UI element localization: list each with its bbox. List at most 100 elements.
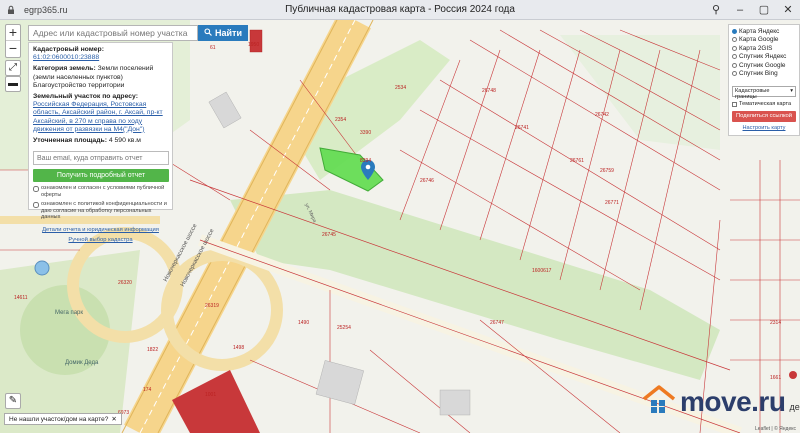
area-value: 4 590 кв.м: [108, 137, 141, 145]
configure-map-link[interactable]: Настроить карту: [732, 125, 796, 131]
parcel-number: 26748: [482, 88, 496, 94]
layer-radio[interactable]: [732, 37, 737, 43]
parcel-number: 26319: [205, 303, 219, 309]
search-icon: [204, 28, 212, 38]
get-report-button[interactable]: Получить подробный отчет: [33, 169, 169, 183]
address-bar[interactable]: egrp365.ru: [24, 5, 68, 15]
plot-info-panel: Кадастровый номер: 61:02:0600010:23888 К…: [28, 42, 173, 243]
ruler-icon[interactable]: ✎: [5, 393, 21, 409]
consent-privacy-checkbox[interactable]: [33, 202, 39, 209]
parcel-number: 25254: [337, 325, 351, 331]
parcel-number: 26761: [570, 158, 584, 164]
park-label: Мега парк: [55, 310, 84, 316]
layer-option[interactable]: Карта Яндекс: [732, 27, 796, 36]
layer-radio[interactable]: [732, 71, 737, 77]
parcel-number: 3390: [360, 130, 372, 136]
minimize-button[interactable]: –: [732, 2, 748, 18]
layer-radio[interactable]: [732, 62, 737, 68]
lock-icon: [6, 5, 16, 15]
not-found-label: Не нашли участок/дом на карте?: [9, 415, 109, 423]
boundaries-select-value: Кадастровые границы: [735, 88, 770, 100]
consent-privacy: ознакомлен с политикой конфиденциальност…: [33, 201, 168, 221]
parcel-number: 1001: [205, 392, 217, 398]
watermark-text: move.ru: [680, 385, 786, 417]
parcel-number: 26742: [595, 112, 609, 118]
layer-option-label: Спутник Яндекс: [739, 53, 787, 61]
parcel-number: 1600617: [532, 268, 552, 274]
zoom-in-button[interactable]: +: [6, 25, 20, 41]
thematic-toggle[interactable]: Тематическая карта: [732, 101, 796, 107]
category-label: Категория земель:: [33, 65, 96, 73]
parcel-number: 14611: [14, 295, 28, 301]
close-button[interactable]: ✕: [780, 2, 796, 18]
zoom-control: + −: [5, 24, 21, 58]
parcel-number: 26747: [490, 320, 504, 326]
layer-option-label: Спутник Google: [739, 61, 786, 69]
layer-radio[interactable]: [732, 45, 737, 51]
consent-offer: ознакомлен и согласен с условиями публич…: [33, 185, 168, 198]
parcel-number: 174: [143, 387, 152, 393]
layer-option[interactable]: Карта Google: [732, 36, 796, 45]
layer-radio[interactable]: [732, 54, 737, 60]
print-icon[interactable]: ▬: [5, 76, 21, 92]
layer-option[interactable]: Спутник Bing: [732, 70, 796, 79]
address-label: Земельный участок по адресу:: [33, 93, 139, 101]
boundaries-select[interactable]: Кадастровые границы ▾: [732, 86, 796, 100]
watermark: move.ru деко: [642, 385, 800, 418]
search-button[interactable]: Найти: [198, 25, 248, 41]
share-link-button[interactable]: Поделиться ссылкой: [732, 111, 796, 122]
map-attribution[interactable]: Leaflet | © Яндекс: [755, 426, 796, 432]
area-label: Уточненная площадь:: [33, 137, 107, 145]
consent-privacy-label: ознакомлен с политикой конфиденциальност…: [41, 201, 167, 221]
cadastral-number-link[interactable]: 61:02:0600010:23888: [33, 54, 99, 61]
search-bar: Найти: [28, 25, 248, 41]
consent-offer-checkbox[interactable]: [33, 186, 39, 193]
layer-option[interactable]: Карта 2GIS: [732, 44, 796, 53]
layer-option[interactable]: Спутник Яндекс: [732, 53, 796, 62]
watermark-truncated: деко: [789, 401, 800, 412]
close-icon[interactable]: ✕: [111, 414, 116, 425]
page-title: Публичная кадастровая карта - Россия 202…: [285, 4, 515, 15]
chevron-down-icon: ▾: [790, 88, 793, 94]
parcel-number: 26320: [118, 280, 132, 286]
parcel-number: 2534: [395, 85, 407, 91]
layer-radio[interactable]: [732, 28, 737, 34]
extension-icon[interactable]: ⚲: [708, 2, 724, 18]
parcel-number: 26759: [600, 168, 614, 174]
manual-cadastre-link[interactable]: Ручной выбор кадастра: [33, 236, 168, 244]
parcel-number: 1490: [298, 320, 310, 326]
pool-icon: [34, 260, 50, 276]
parcel-number: 26741: [515, 125, 529, 131]
parcel-number: 26745: [322, 232, 336, 238]
parcel-number: 1822: [147, 347, 159, 353]
green-band: [230, 190, 720, 380]
parcel-number: 61: [210, 45, 216, 51]
browser-titlebar: egrp365.ru Публичная кадастровая карта -…: [0, 0, 800, 20]
house-logo-icon: [642, 385, 676, 418]
parcel-number: 26771: [605, 200, 619, 206]
layer-option-label: Карта Яндекс: [739, 27, 780, 35]
zoom-out-button[interactable]: −: [6, 41, 20, 57]
layer-option[interactable]: Спутник Google: [732, 61, 796, 70]
search-button-label: Найти: [215, 28, 242, 38]
parcel-number: 8394: [360, 158, 372, 164]
email-field[interactable]: [33, 151, 169, 166]
parcel-number: 2314: [770, 320, 782, 326]
address-link[interactable]: Российская Федерация, Ростовская область…: [33, 101, 163, 133]
search-input[interactable]: [28, 25, 198, 41]
report-details-link[interactable]: Детали отчета и юридическая информация: [33, 226, 168, 234]
maximize-button[interactable]: ▢: [756, 2, 772, 18]
cadastral-label: Кадастровый номер:: [33, 46, 104, 53]
thematic-checkbox[interactable]: [732, 101, 737, 107]
red-marker-icon: [789, 371, 797, 379]
park-label-2: Домик Деда: [65, 360, 99, 366]
layer-option-label: Карта 2GIS: [739, 44, 773, 52]
use-value: Благоустройство территории: [33, 81, 125, 89]
layer-option-label: Карта Google: [739, 36, 779, 44]
fullscreen-button[interactable]: ⤢: [5, 60, 21, 76]
parcel-number: 1498: [233, 345, 245, 351]
not-found-button[interactable]: Не нашли участок/дом на карте? ✕: [4, 413, 122, 425]
parcel-number: 26746: [420, 178, 434, 184]
layer-panel: Карта Яндекс Карта Google Карта 2GIS Спутни…: [728, 24, 800, 136]
parcel-number: 1661: [770, 375, 782, 381]
